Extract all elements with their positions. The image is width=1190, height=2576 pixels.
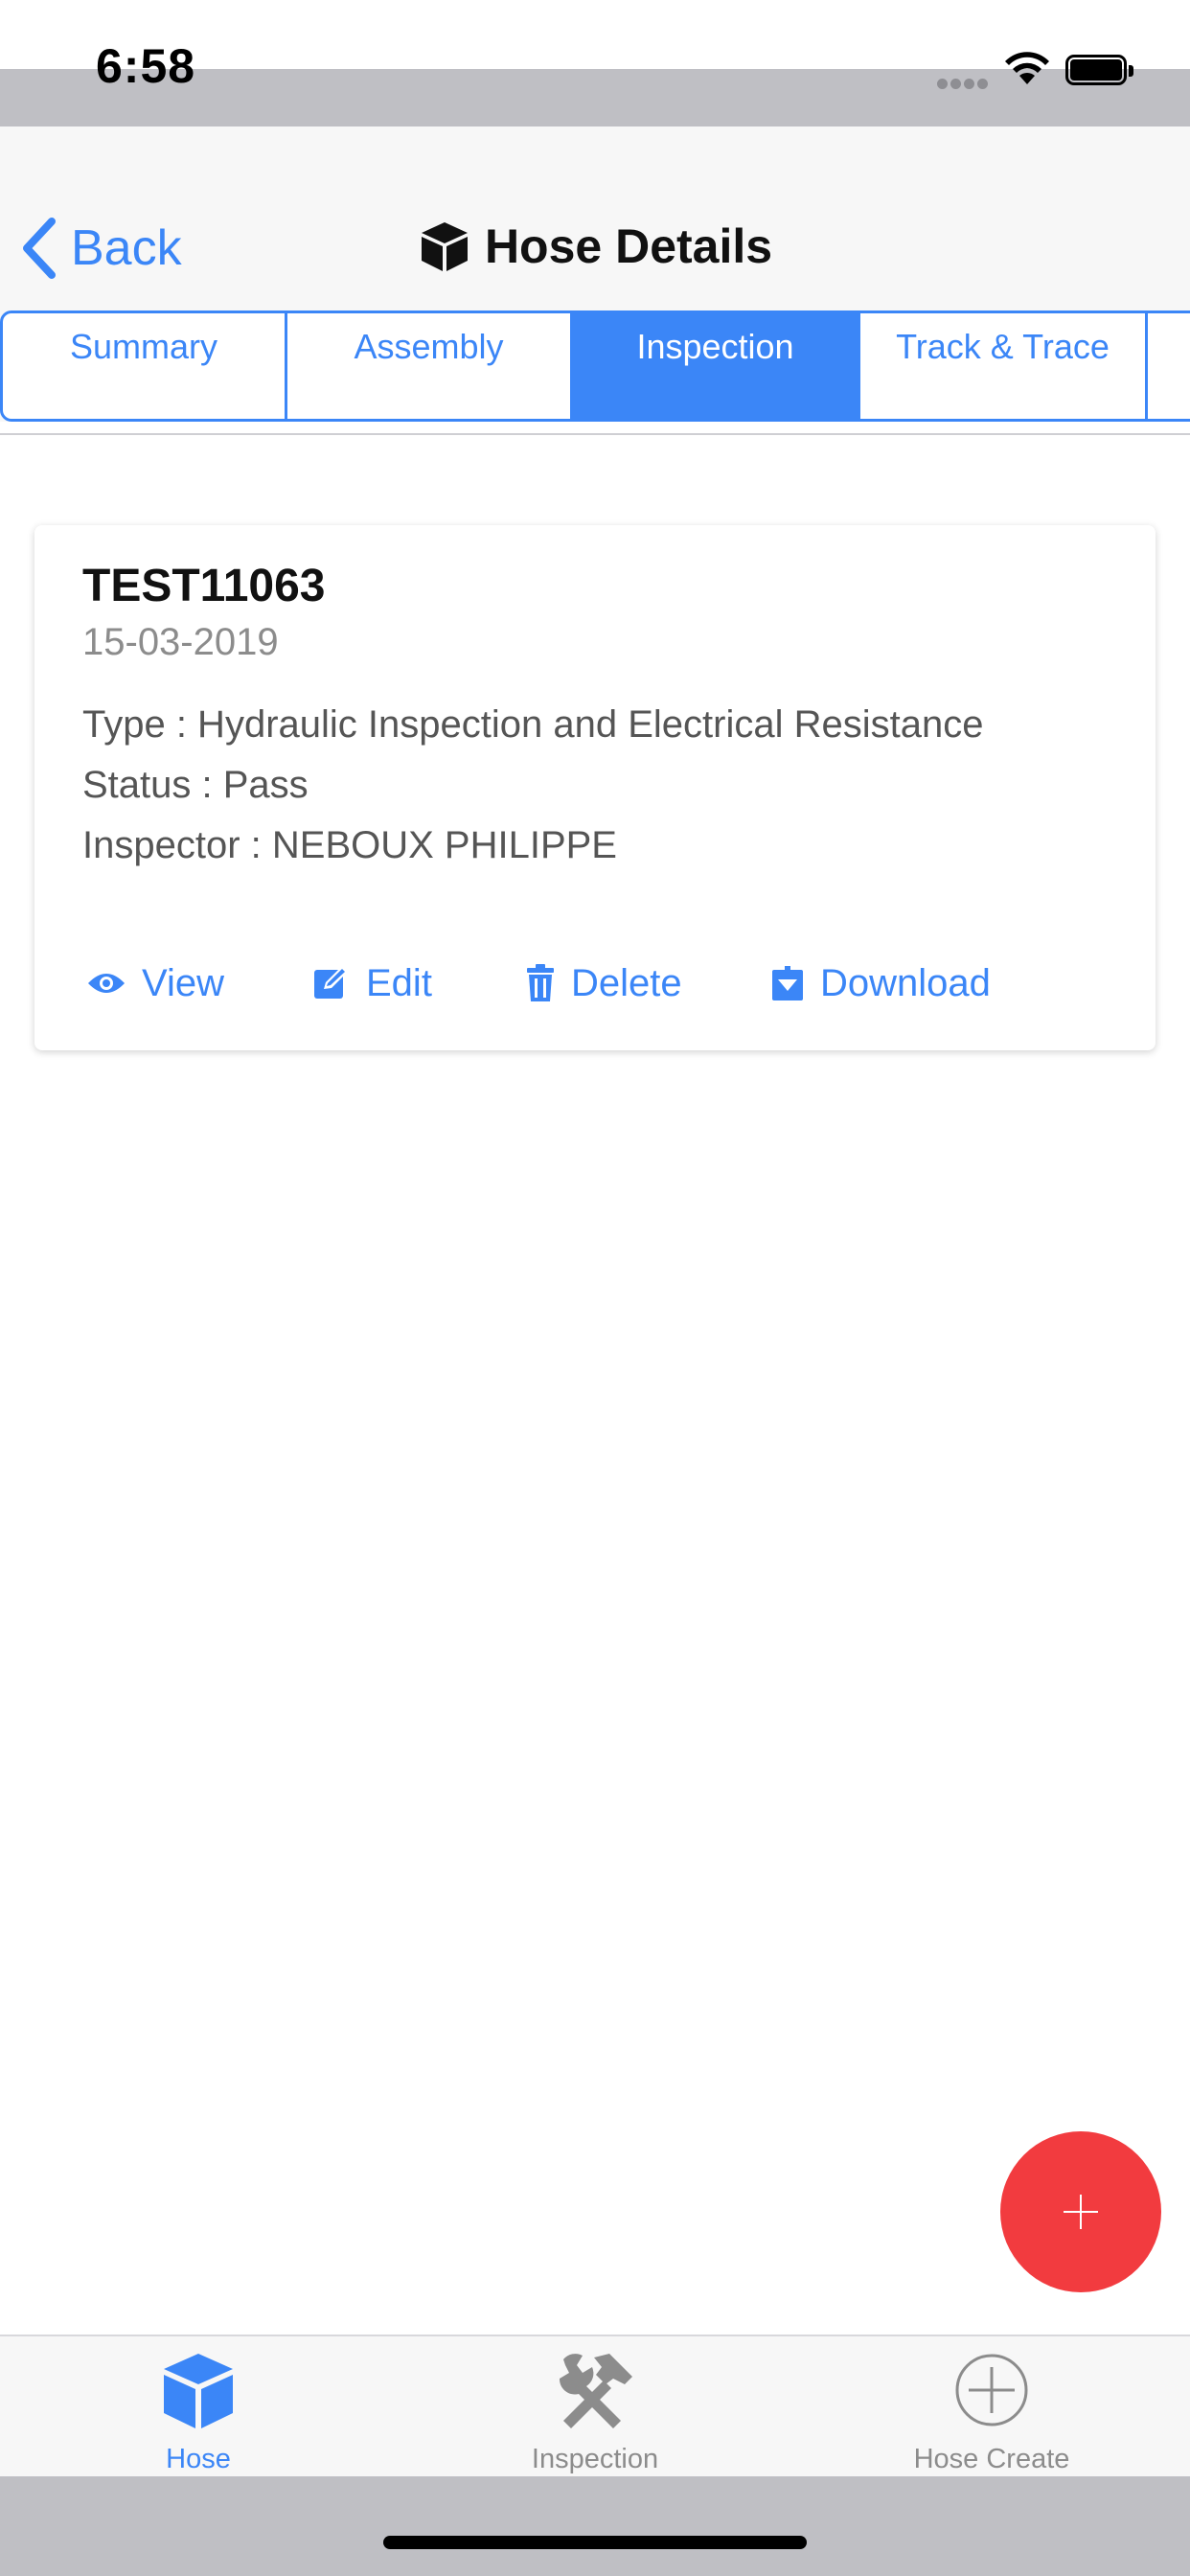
- inspection-inspector: Inspector : NEBOUX PHILIPPE: [82, 824, 617, 866]
- wifi-icon: [1005, 52, 1049, 84]
- download-icon: [770, 964, 805, 1002]
- tab-more[interactable]: [1148, 310, 1190, 422]
- page-title-group: Hose Details: [0, 218, 1190, 274]
- delete-label: Delete: [571, 961, 682, 1004]
- tools-icon: [559, 2354, 632, 2428]
- divider: [0, 433, 1190, 435]
- cube-icon: [164, 2354, 233, 2428]
- page-title: Hose Details: [484, 219, 773, 273]
- trash-icon: [525, 964, 556, 1002]
- tabbar-label-hose: Hose: [166, 2444, 231, 2474]
- cellular-signal-icon: [937, 77, 993, 89]
- tabbar-item-hose[interactable]: Hose: [0, 2336, 397, 2476]
- tabbar-label-inspection: Inspection: [531, 2444, 659, 2474]
- download-label: Download: [820, 961, 991, 1004]
- home-indicator[interactable]: [383, 2536, 807, 2549]
- navigation-bar: Back Hose Details: [0, 126, 1190, 310]
- tab-inspection[interactable]: Inspection: [573, 310, 860, 422]
- delete-button[interactable]: Delete: [525, 954, 682, 1012]
- home-indicator-area: [0, 2476, 1190, 2576]
- add-button[interactable]: [1000, 2131, 1161, 2292]
- tabbar-item-hose-create[interactable]: Hose Create: [793, 2336, 1190, 2476]
- inspection-status: Status : Pass: [82, 764, 309, 806]
- edit-button[interactable]: Edit: [312, 954, 432, 1012]
- cube-icon: [421, 222, 468, 271]
- eye-icon: [86, 970, 126, 997]
- tab-summary[interactable]: Summary: [0, 310, 287, 422]
- tab-assembly[interactable]: Assembly: [287, 310, 573, 422]
- inspection-card: TEST11063 15-03-2019 Type : Hydraulic In…: [34, 525, 1156, 1050]
- inspection-id: TEST11063: [82, 561, 326, 611]
- view-button[interactable]: View: [86, 954, 224, 1012]
- plus-icon: [1064, 2195, 1098, 2229]
- segment-tabs: Summary Assembly Inspection Track & Trac…: [0, 310, 1190, 422]
- battery-icon: [1065, 55, 1133, 87]
- inspection-type: Type : Hydraulic Inspection and Electric…: [82, 703, 984, 746]
- view-label: View: [142, 961, 224, 1004]
- edit-icon: [312, 964, 351, 1002]
- tabbar-label-hose-create: Hose Create: [913, 2444, 1070, 2474]
- status-time: 6:58: [96, 39, 196, 93]
- download-button[interactable]: Download: [770, 954, 991, 1012]
- inspection-date: 15-03-2019: [82, 621, 279, 663]
- bottom-tab-bar: Hose Inspection Hose Create: [0, 2334, 1190, 2476]
- tab-track-trace[interactable]: Track & Trace: [860, 310, 1148, 422]
- edit-label: Edit: [366, 961, 432, 1004]
- tabbar-item-inspection[interactable]: Inspection: [397, 2336, 793, 2476]
- plus-circle-icon: [955, 2354, 1028, 2426]
